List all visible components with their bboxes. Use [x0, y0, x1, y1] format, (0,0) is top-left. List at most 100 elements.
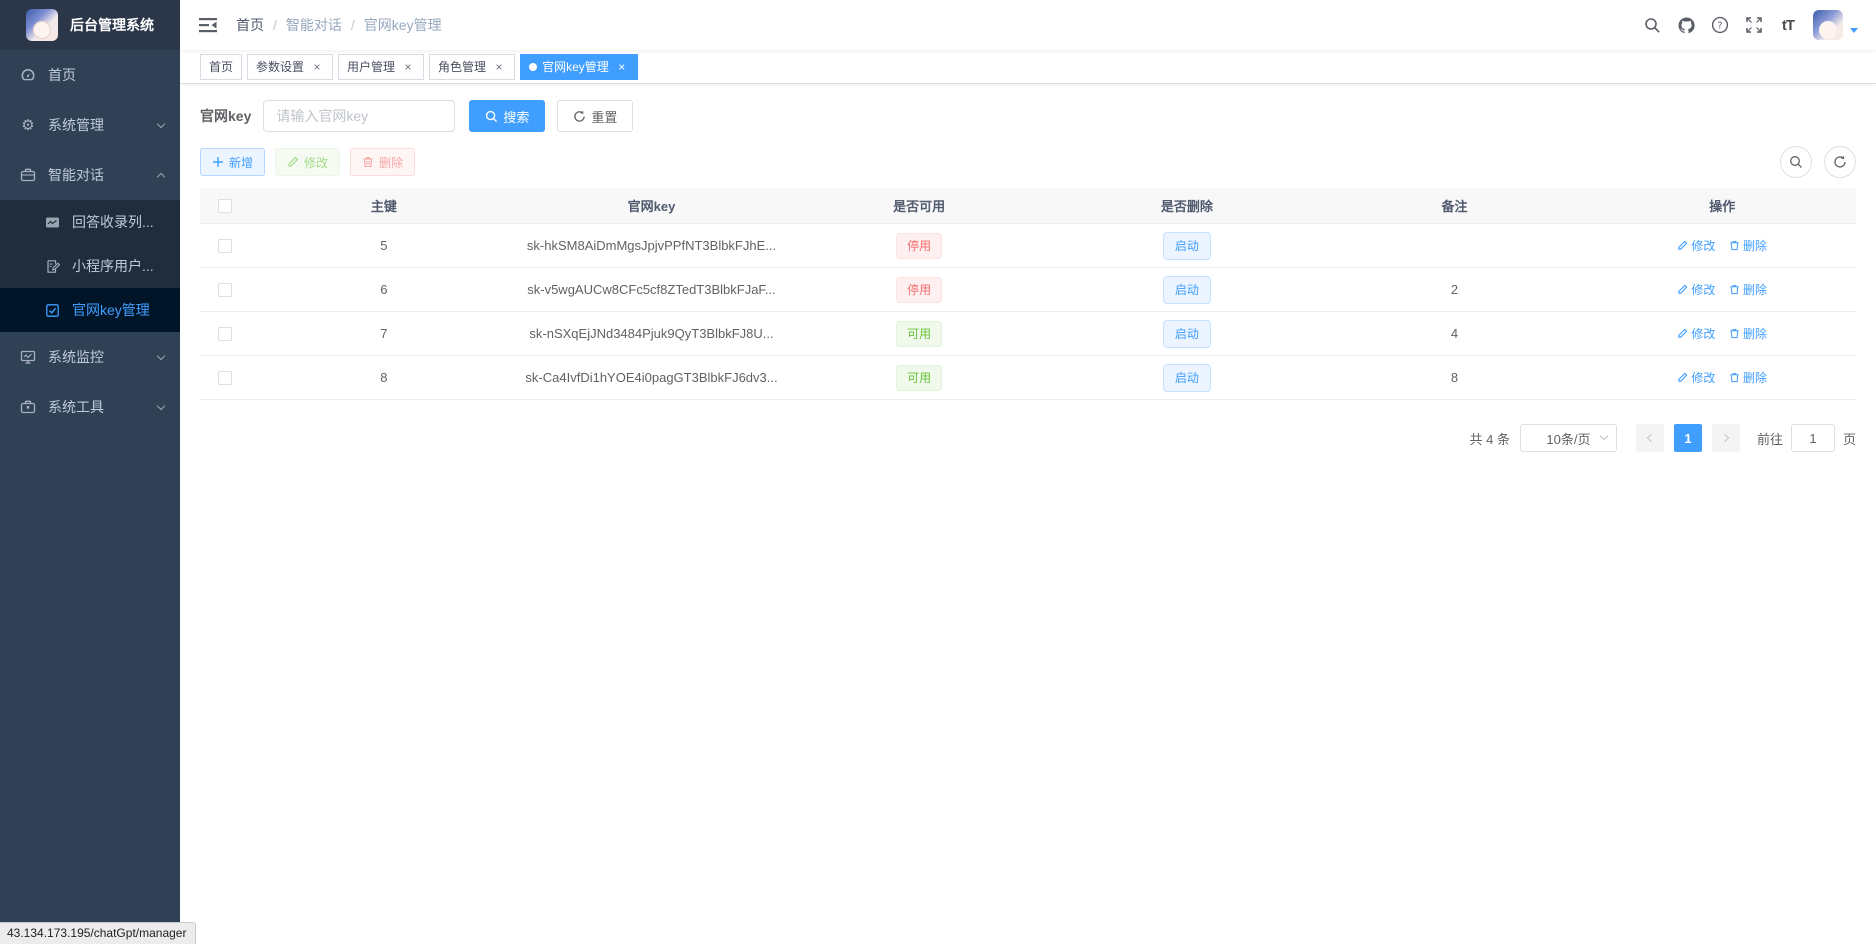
status-badge: 可用	[896, 321, 942, 347]
app-logo-bar[interactable]: 后台管理系统	[0, 0, 180, 50]
close-icon[interactable]: ×	[401, 60, 415, 74]
svg-text:?: ?	[1717, 20, 1722, 31]
breadcrumb-separator: /	[351, 17, 355, 33]
row-checkbox[interactable]	[218, 371, 232, 385]
top-navbar: 首页 / 智能对话 / 官网key管理 ? tT	[180, 0, 1876, 50]
close-icon[interactable]: ×	[492, 60, 506, 74]
column-header-remark: 备注	[1321, 196, 1589, 215]
website-key-input[interactable]	[263, 100, 455, 132]
table-row: 8 sk-Ca4IvfDi1hYOE4i0pagGT3BlbkFJ6dv3...…	[200, 356, 1856, 400]
edit-button[interactable]: 修改	[275, 148, 340, 176]
row-edit-link[interactable]: 修改	[1677, 281, 1715, 298]
monitor-icon	[20, 349, 36, 365]
sidebar-item-label: 系统管理	[48, 115, 158, 135]
row-checkbox[interactable]	[218, 283, 232, 297]
chevron-up-icon	[157, 172, 165, 180]
delete-button[interactable]: 删除	[350, 148, 415, 176]
row-edit-link[interactable]: 修改	[1677, 325, 1715, 342]
sidebar-item-website-key-management[interactable]: 官网key管理	[0, 288, 180, 332]
row-edit-link[interactable]: 修改	[1677, 369, 1715, 386]
row-checkbox[interactable]	[218, 327, 232, 341]
start-button[interactable]: 启动	[1163, 364, 1211, 392]
briefcase-icon	[20, 167, 36, 183]
tab-home[interactable]: 首页	[200, 54, 242, 80]
toolbox-icon	[20, 399, 36, 415]
avatar[interactable]	[1813, 10, 1843, 40]
page-unit-label: 页	[1843, 429, 1856, 448]
fullscreen-icon[interactable]	[1737, 0, 1771, 50]
sidebar-item-system-tools[interactable]: 系统工具	[0, 382, 180, 432]
row-delete-link[interactable]: 删除	[1729, 281, 1767, 298]
sidebar-item-label: 智能对话	[48, 165, 158, 185]
checkbox-icon	[44, 302, 60, 318]
sidebar-item-label: 系统工具	[48, 397, 158, 417]
tab-parameter-settings[interactable]: 参数设置 ×	[247, 54, 333, 80]
status-badge: 可用	[896, 365, 942, 391]
sidebar-item-smart-chat[interactable]: 智能对话	[0, 150, 180, 200]
status-badge: 停用	[896, 277, 942, 303]
tab-user-management[interactable]: 用户管理 ×	[338, 54, 424, 80]
sidebar-item-label: 系统监控	[48, 347, 158, 367]
main-area: 首页 / 智能对话 / 官网key管理 ? tT	[180, 0, 1876, 944]
chevron-down-icon	[1600, 432, 1608, 440]
table-toolbar: 新增 修改 删除	[200, 146, 1856, 178]
table-header-row: 主键 官网key 是否可用 是否删除 备注 操作	[200, 188, 1856, 224]
start-button[interactable]: 启动	[1163, 320, 1211, 348]
goto-page-input[interactable]	[1791, 424, 1835, 452]
page-size-select[interactable]: 10条/页	[1520, 424, 1617, 452]
refresh-icon[interactable]	[1824, 146, 1856, 178]
breadcrumb-separator: /	[273, 17, 277, 33]
sidebar-item-label: 官网key管理	[72, 300, 150, 320]
sidebar-item-system-management[interactable]: ⚙ 系统管理	[0, 100, 180, 150]
prev-page-button[interactable]	[1636, 424, 1664, 452]
edit-form-icon	[44, 258, 60, 274]
page-content: 官网key 搜索 重置 新增 修改 删除	[180, 84, 1876, 452]
sidebar-item-home[interactable]: 首页	[0, 50, 180, 100]
table-row: 5 sk-hkSM8AiDmMgsJpjvPPfNT3BlbkFJhE... 停…	[200, 224, 1856, 268]
gear-icon: ⚙	[20, 117, 36, 133]
tags-view-bar: 首页 参数设置 × 用户管理 × 角色管理 × 官网key管理 ×	[180, 50, 1876, 84]
row-delete-link[interactable]: 删除	[1729, 325, 1767, 342]
sidebar-item-answer-records[interactable]: 回答收录列...	[0, 200, 180, 244]
search-field-label: 官网key	[200, 106, 251, 126]
status-badge: 停用	[896, 233, 942, 259]
row-delete-link[interactable]: 删除	[1729, 369, 1767, 386]
pagination: 共 4 条 10条/页 1 前往 页	[200, 424, 1856, 452]
close-icon[interactable]: ×	[615, 60, 629, 74]
sidebar-item-miniprogram-users[interactable]: 小程序用户...	[0, 244, 180, 288]
tab-role-management[interactable]: 角色管理 ×	[429, 54, 515, 80]
start-button[interactable]: 启动	[1163, 276, 1211, 304]
row-delete-link[interactable]: 删除	[1729, 237, 1767, 254]
table-row: 7 sk-nSXqEjJNd3484Pjuk9QyT3BlbkFJ8U... 可…	[200, 312, 1856, 356]
select-all-checkbox[interactable]	[218, 199, 232, 213]
start-button[interactable]: 启动	[1163, 232, 1211, 260]
row-checkbox[interactable]	[218, 239, 232, 253]
search-icon[interactable]	[1635, 0, 1669, 50]
pagination-total: 共 4 条	[1470, 429, 1510, 448]
cell-id: 8	[250, 370, 518, 385]
page-number-button[interactable]: 1	[1674, 424, 1702, 452]
toggle-search-icon[interactable]	[1780, 146, 1812, 178]
help-icon[interactable]: ?	[1703, 0, 1737, 50]
next-page-button[interactable]	[1712, 424, 1740, 452]
github-icon[interactable]	[1669, 0, 1703, 50]
close-icon[interactable]: ×	[310, 60, 324, 74]
cell-key: sk-nSXqEjJNd3484Pjuk9QyT3BlbkFJ8U...	[518, 326, 786, 341]
chevron-right-icon	[1721, 434, 1729, 442]
reset-button[interactable]: 重置	[557, 100, 633, 132]
breadcrumb-home[interactable]: 首页	[236, 15, 264, 35]
search-button[interactable]: 搜索	[469, 100, 545, 132]
font-size-icon[interactable]: tT	[1771, 0, 1805, 50]
tab-website-key-management[interactable]: 官网key管理 ×	[520, 54, 638, 80]
cell-id: 6	[250, 282, 518, 297]
app-title: 后台管理系统	[70, 15, 154, 35]
breadcrumb-current: 官网key管理	[364, 15, 442, 35]
sidebar-item-system-monitor[interactable]: 系统监控	[0, 332, 180, 382]
browser-status-bar: 43.134.173.195/chatGpt/manager	[0, 922, 196, 944]
cell-id: 7	[250, 326, 518, 341]
column-header-ops: 操作	[1588, 196, 1856, 215]
add-button[interactable]: 新增	[200, 148, 265, 176]
sidebar-toggle-icon[interactable]	[198, 15, 218, 35]
row-edit-link[interactable]: 修改	[1677, 237, 1715, 254]
caret-down-icon[interactable]	[1850, 28, 1858, 33]
